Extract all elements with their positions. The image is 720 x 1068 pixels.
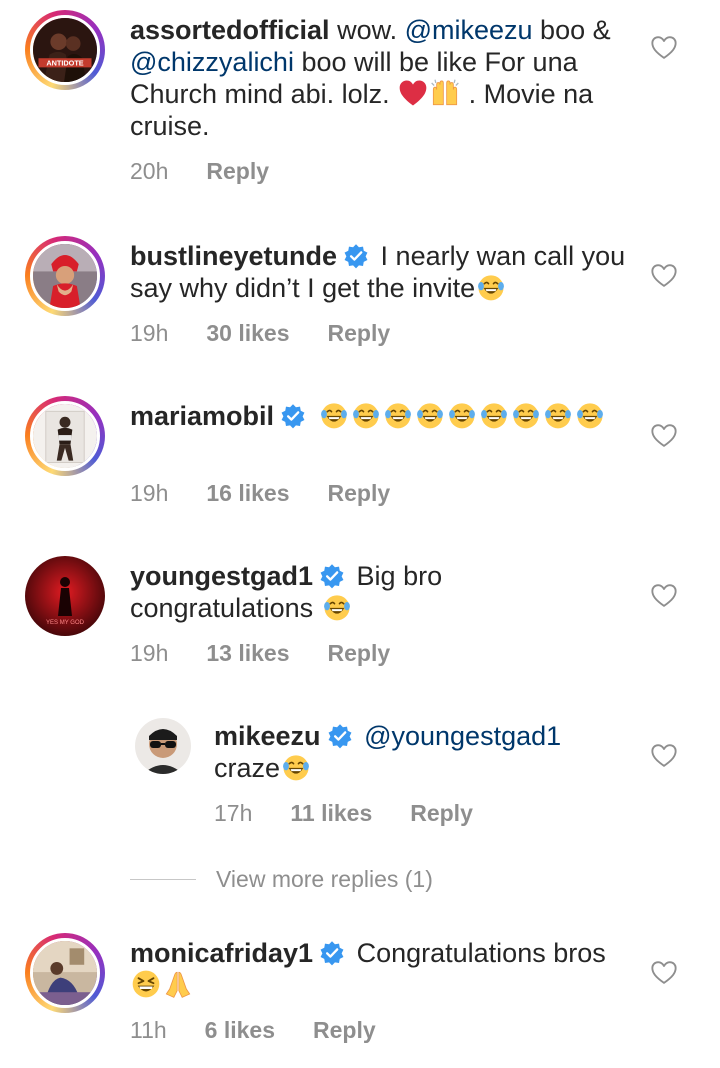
mention-link[interactable]: @youngestgad1	[364, 721, 561, 751]
divider	[130, 879, 196, 880]
verified-badge-icon	[319, 563, 345, 589]
face-with-tears-of-joy-emoji-icon	[351, 400, 381, 430]
comment-body: mariamobil	[130, 400, 630, 432]
reply-button[interactable]: Reply	[410, 800, 473, 826]
heart-outline-icon[interactable]	[650, 742, 678, 770]
comment-time: 19h	[130, 480, 169, 506]
heart-outline-icon[interactable]	[650, 422, 678, 450]
comment-time: 19h	[130, 320, 169, 346]
comment-time: 17h	[214, 800, 253, 826]
face-with-tears-of-joy-emoji-icon	[575, 400, 605, 430]
red-heart-emoji-icon	[398, 78, 428, 108]
grinning-squinting-emoji-icon	[131, 969, 161, 999]
svg-text:YES MY GOD: YES MY GOD	[46, 620, 85, 626]
comment-username[interactable]: mariamobil	[130, 401, 274, 431]
likes-count[interactable]: 11 likes	[290, 800, 372, 826]
verified-badge-icon	[319, 940, 345, 966]
reply-button[interactable]: Reply	[328, 320, 391, 346]
comment-body: assortedofficial wow. @mikeezu boo & @ch…	[130, 14, 630, 142]
face-with-tears-of-joy-emoji-icon	[447, 400, 477, 430]
view-more-replies-label[interactable]: View more replies (1)	[216, 866, 433, 893]
face-with-tears-of-joy-emoji-icon	[511, 400, 541, 430]
comment-item: YES MY GOD youngestgad1 Big bro congratu…	[0, 546, 720, 686]
comment-text: boo &	[532, 15, 611, 45]
face-with-tears-of-joy-emoji-icon	[319, 400, 349, 430]
comment-text: craze	[214, 753, 281, 783]
comment-meta: 17h 11 likes Reply	[214, 800, 511, 827]
likes-count[interactable]: 16 likes	[206, 480, 289, 506]
view-more-replies-button[interactable]: View more replies (1)	[130, 866, 530, 896]
svg-text:ANTIDOTE: ANTIDOTE	[46, 59, 83, 68]
avatar[interactable]: ANTIDOTE	[25, 10, 105, 90]
comment-username[interactable]: mikeezu	[214, 721, 321, 751]
likes-count[interactable]: 6 likes	[205, 1017, 275, 1043]
face-with-tears-of-joy-emoji-icon	[415, 400, 445, 430]
reply-item: mikeezu @youngestgad1 craze 17h 11 likes Re…	[0, 706, 720, 846]
verified-badge-icon	[327, 723, 353, 749]
mention-link[interactable]: @mikeezu	[405, 15, 533, 45]
avatar[interactable]	[135, 718, 191, 774]
avatar[interactable]	[25, 396, 105, 476]
comment-meta: 11h 6 likes Reply	[130, 1017, 414, 1044]
likes-count[interactable]: 13 likes	[206, 640, 289, 666]
heart-outline-icon[interactable]	[650, 34, 678, 62]
comment-text: Congratulations bros	[356, 938, 606, 968]
reply-button[interactable]: Reply	[328, 640, 391, 666]
heart-outline-icon[interactable]	[650, 582, 678, 610]
face-with-tears-of-joy-emoji-icon	[476, 272, 506, 302]
comment-meta: 19h 30 likes Reply	[130, 320, 428, 347]
avatar[interactable]	[25, 236, 105, 316]
reply-button[interactable]: Reply	[206, 158, 269, 184]
comment-item: monicafriday1 Congratulations bros 11h 6 …	[0, 923, 720, 1063]
avatar[interactable]: YES MY GOD	[25, 556, 105, 636]
comment-item: ANTIDOTE assortedofficial wow. @mikeezu …	[0, 0, 720, 200]
comment-text: wow.	[329, 15, 405, 45]
reply-button[interactable]: Reply	[313, 1017, 376, 1043]
face-with-tears-of-joy-emoji-icon	[281, 752, 311, 782]
comment-item: bustlineyetunde I nearly wan call you sa…	[0, 226, 720, 366]
face-with-tears-of-joy-emoji-icon	[383, 400, 413, 430]
raising-hands-emoji-icon	[430, 78, 460, 108]
comment-body: youngestgad1 Big bro congratulations	[130, 560, 630, 624]
comment-username[interactable]: assortedofficial	[130, 15, 330, 45]
comment-meta: 19h 13 likes Reply	[130, 640, 428, 667]
reply-button[interactable]: Reply	[328, 480, 391, 506]
comment-time: 19h	[130, 640, 169, 666]
face-with-tears-of-joy-emoji-icon	[479, 400, 509, 430]
face-with-tears-of-joy-emoji-icon	[543, 400, 573, 430]
comment-body: monicafriday1 Congratulations bros	[130, 937, 630, 1001]
comment-item: mariamobil 19h 16 likes Reply	[0, 386, 720, 526]
comment-meta: 19h 16 likes Reply	[130, 480, 428, 507]
face-with-tears-of-joy-emoji-icon	[322, 592, 352, 622]
mention-link[interactable]: @chizzyalichi	[130, 47, 294, 77]
comment-meta: 20h Reply	[130, 158, 307, 185]
comment-body: mikeezu @youngestgad1 craze	[214, 720, 634, 784]
heart-outline-icon[interactable]	[650, 262, 678, 290]
comment-username[interactable]: youngestgad1	[130, 561, 313, 591]
comment-body: bustlineyetunde I nearly wan call you sa…	[130, 240, 630, 304]
heart-outline-icon[interactable]	[650, 959, 678, 987]
verified-badge-icon	[280, 403, 306, 429]
comment-username[interactable]: bustlineyetunde	[130, 241, 337, 271]
comment-time: 11h	[130, 1017, 167, 1043]
comment-time: 20h	[130, 158, 169, 184]
avatar[interactable]	[25, 933, 105, 1013]
folded-hands-emoji-icon	[163, 969, 193, 999]
comment-username[interactable]: monicafriday1	[130, 938, 313, 968]
verified-badge-icon	[343, 243, 369, 269]
likes-count[interactable]: 30 likes	[206, 320, 289, 346]
